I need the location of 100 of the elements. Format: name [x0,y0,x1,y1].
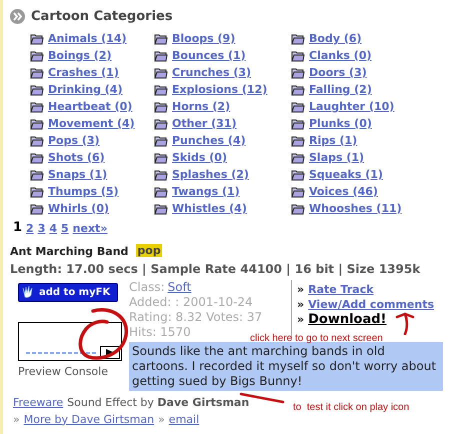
sound-specs: Length: 17.00 secs | Sample Rate 44100 | 16 bit | Size 1395k [10,261,422,278]
folder-icon [154,101,168,113]
play-icon [106,349,114,356]
folder-icon [154,152,168,164]
category-link[interactable]: Slaps (1) [309,150,364,166]
author-link[interactable]: More by Dave Girtsman [24,412,154,428]
author-link[interactable]: email [168,412,200,428]
category-link[interactable]: Doors (3) [309,64,367,82]
category-link[interactable]: Whooshes (11) [309,200,402,218]
sound-title: Ant Marching Band [10,244,128,260]
folder-icon [291,33,305,45]
category-link[interactable]: Drinking (4) [48,82,122,98]
section-title: Cartoon Categories [31,8,173,26]
annotation-text: to test it click on play icon [293,401,410,415]
double-chevron-icon [10,9,25,24]
category-link[interactable]: Snaps (1) [48,166,108,184]
category-link[interactable]: Whirls (0) [48,200,110,218]
category-link[interactable]: Laughter (10) [309,98,394,116]
folder-icon [291,118,305,130]
category-link[interactable]: Thumps (5) [48,184,119,200]
class-link[interactable]: Soft [168,280,192,295]
add-to-myfk-button[interactable]: add to myFK [18,283,118,302]
folder-icon [291,67,305,79]
category-link[interactable]: Skids (0) [172,150,227,166]
folder-icon [30,67,44,79]
category-link[interactable]: Twangs (1) [172,184,240,200]
category-link[interactable]: Movement (4) [48,116,135,132]
rating-text: Rating: 8.32 Votes: 37 [129,310,262,325]
folder-icon [30,203,44,215]
download-link[interactable]: Download! [308,312,386,327]
category-link[interactable]: Rips (1) [309,132,358,150]
bullet: » [297,312,304,327]
folder-icon [154,186,168,198]
category-link[interactable]: Heartbeat (0) [48,98,132,116]
class-label: Class: [129,280,165,295]
folder-icon [291,84,305,96]
folder-icon [154,169,168,181]
folder-icon [154,84,168,96]
category-link[interactable]: Boings (2) [48,48,112,64]
page-link[interactable]: 5 [61,221,69,238]
folder-icon [30,135,44,147]
preview-label: Preview Console [18,364,109,380]
category-link[interactable]: Animals (14) [48,30,127,48]
folder-icon [291,203,305,215]
category-link[interactable]: Other (31) [172,116,237,132]
category-link[interactable]: Bounces (1) [172,48,246,64]
page-link[interactable]: 4 [49,221,58,238]
action-link[interactable]: View/Add comments [308,297,434,312]
category-link[interactable]: Body (6) [309,30,362,48]
bullet: » [297,297,304,312]
folder-icon [154,118,168,130]
folder-icon [154,203,168,215]
bullet: » [297,282,304,297]
folder-icon [291,50,305,62]
folder-icon [154,67,168,79]
folder-icon [30,101,44,113]
page-link[interactable]: 3 [38,221,46,238]
action-link[interactable]: Rate Track [308,282,374,297]
tag-label: pop [136,244,162,257]
bullet: » [158,412,165,428]
category-link[interactable]: Whistles (4) [172,200,247,218]
category-link[interactable]: Voices (46) [309,184,378,200]
hits-text: Hits: 1570 [129,325,191,340]
page-link[interactable]: next» [72,221,108,238]
folder-icon [291,186,305,198]
folder-icon [30,84,44,96]
folder-icon [30,186,44,198]
folder-icon [154,33,168,45]
folder-icon [30,50,44,62]
category-link[interactable]: Falling (2) [309,82,372,98]
folder-icon [30,118,44,130]
category-link[interactable]: Splashes (2) [172,166,249,184]
credit-text: Sound Effect by Dave Girtsman [67,395,250,411]
folder-icon [291,169,305,181]
page-link[interactable]: 2 [26,221,34,238]
category-link[interactable]: Punches (4) [172,132,246,150]
category-link[interactable]: Clanks (0) [309,48,372,64]
added-date: Added: : 2001-10-24 [129,295,253,310]
category-link[interactable]: Pops (3) [48,132,100,150]
category-link[interactable]: Crunches (3) [172,64,252,82]
arrow-annotation [393,311,417,335]
folder-icon [30,152,44,164]
category-link[interactable]: Horns (2) [172,98,230,116]
folder-icon [30,169,44,181]
license-link[interactable]: Freeware [13,395,64,412]
page-link[interactable]: 1 [13,218,22,238]
folder-icon [30,33,44,45]
folder-icon [291,135,305,147]
category-link[interactable]: Shots (6) [48,150,105,166]
folder-icon [154,135,168,147]
category-link[interactable]: Bloops (9) [172,30,236,48]
description-box: Sounds like the ant marching bands in old cartoons. I recorded it myself so don't worry about getting sued by Bigs Bunny! [129,342,443,391]
folder-icon [291,152,305,164]
folder-icon [154,50,168,62]
category-link[interactable]: Squeaks (1) [309,166,383,184]
bullet: » [13,412,20,428]
folder-icon [291,101,305,113]
category-link[interactable]: Plunks (0) [309,116,372,132]
category-link[interactable]: Crashes (1) [48,64,119,82]
category-link[interactable]: Explosions (12) [172,82,268,98]
